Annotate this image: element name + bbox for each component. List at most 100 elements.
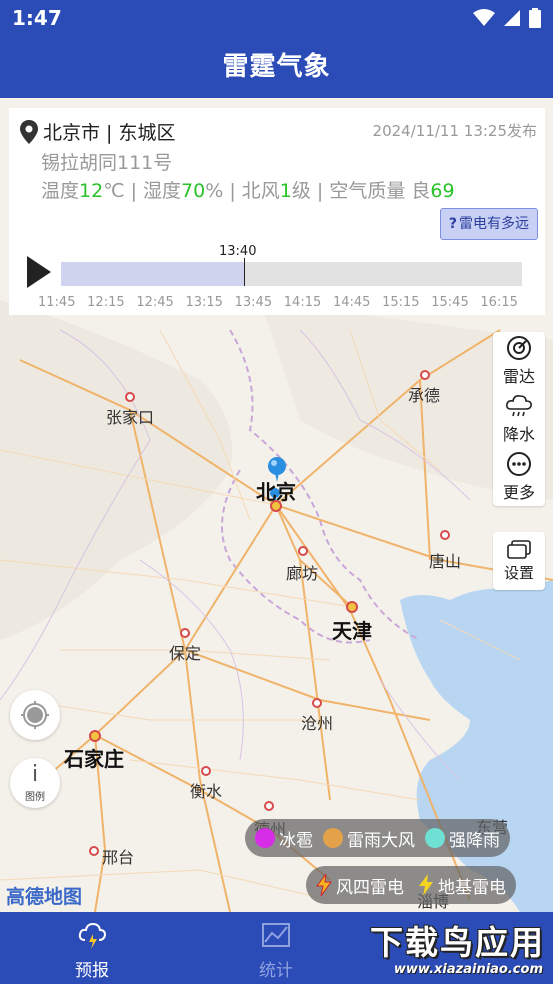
more-button[interactable]: 更多 (493, 448, 545, 506)
radar-label: 雷达 (502, 367, 535, 386)
wind-unit: 级 | 空气质量 良 (291, 180, 431, 202)
temp-unit: ℃ | (103, 180, 144, 202)
heavy-rain-label: 强降雨 (449, 830, 500, 851)
settings-label: 设置 (503, 563, 534, 582)
timeline-slider[interactable] (61, 258, 522, 286)
timeline-tick: 13:45 (234, 295, 273, 310)
nav-forecast[interactable]: 预报 (0, 912, 184, 984)
more-label: 更多 (502, 483, 535, 502)
timeline-tick: 14:15 (283, 295, 322, 310)
thunder-wind-label: 雷雨大风 (347, 830, 415, 851)
city-baoding[interactable]: 保定 (169, 640, 201, 664)
location-row[interactable]: 北京市 | 东城区 (19, 118, 175, 145)
cloud-lightning-icon (78, 922, 107, 949)
city-dot-langfang (298, 546, 308, 556)
location-name: 北京市 | 东城区 (43, 122, 176, 144)
city-xingtai[interactable]: 邢台 (102, 844, 134, 868)
city-dot-cangzhou (312, 698, 322, 708)
rain-label: 降水 (502, 425, 535, 444)
weather-info-card: 北京市 | 东城区 2024/11/11 13:25发布 锡拉胡同111号 温度… (9, 108, 545, 315)
signal-icon (504, 10, 520, 26)
settings-button[interactable]: 设置 (493, 532, 545, 590)
timeline-tick: 14:45 (332, 295, 371, 310)
city-dot-chengde (420, 370, 430, 380)
timeline-progress (61, 262, 244, 286)
status-icons (473, 8, 541, 28)
city-dot-tangshan (440, 530, 450, 540)
timeline-tick: 12:45 (136, 295, 174, 310)
lightning-icon (419, 874, 433, 896)
aqi-value: 69 (430, 180, 455, 202)
city-tianjin[interactable]: 天津 (332, 615, 372, 644)
status-bar: 1:47 (0, 0, 553, 36)
city-dot-zhangjiakou (125, 392, 135, 402)
timeline-tick: 13:15 (185, 295, 223, 310)
timeline-tick: 15:45 (431, 295, 469, 310)
wifi-icon (473, 9, 495, 26)
layer-panel: 雷达 降水 更多 (493, 332, 545, 506)
status-time: 1:47 (12, 6, 62, 30)
legend-button[interactable]: i 图例 (10, 758, 60, 808)
wind-value: 1 (279, 180, 292, 202)
city-cangzhou[interactable]: 沧州 (301, 710, 333, 734)
city-chengde[interactable]: 承德 (408, 382, 440, 406)
more-icon (507, 452, 531, 476)
ground-thunder-1-label: 风四雷电 (336, 877, 404, 898)
legend-pill-weather: 冰雹 雷雨大风 强降雨 (245, 819, 510, 857)
humidity-value: 70 (181, 180, 206, 202)
city-dot-xingtai (89, 846, 99, 856)
app-title: 雷霆气象 (222, 52, 331, 82)
address: 锡拉胡同111号 (41, 152, 173, 174)
timeline-tick: 12:15 (87, 295, 125, 310)
thunder-wind-swatch (323, 828, 343, 848)
humidity-label: 湿度 (143, 180, 182, 202)
hail-swatch (255, 828, 275, 848)
watermark-text: 下载鸟应用 (370, 923, 545, 962)
timeline-tick: 11:45 (38, 295, 76, 310)
watermark: 下载鸟应用 www.xiazainiao.com (331, 912, 551, 984)
play-icon[interactable] (27, 256, 51, 288)
locate-button[interactable] (10, 690, 60, 740)
city-dot-hengshui (201, 766, 211, 776)
temp-label: 温度 (41, 180, 80, 202)
humidity-unit: % | 北风 (205, 180, 280, 202)
temp-value: 12 (79, 180, 104, 202)
legend-label: 图例 (25, 792, 45, 803)
rain-button[interactable]: 降水 (493, 390, 545, 448)
timeline-tick: 16:15 (480, 295, 518, 310)
radar-button[interactable]: 雷达 (493, 332, 545, 390)
legend-pill-thunder: 风四雷电 地基雷电 (306, 866, 516, 904)
publish-time: 2024/11/11 13:25发布 (372, 122, 537, 140)
map-provider-logo: 高德地图 (6, 886, 83, 908)
timeline-ticks: 11:45 12:15 12:45 13:15 13:45 14:15 14:45 15:15… (38, 295, 518, 310)
city-dot-dezhou (264, 801, 274, 811)
thunder-distance-button[interactable]: ? 雷电有多远 (439, 208, 538, 240)
layers-icon (507, 539, 531, 559)
city-hengshui[interactable]: 衡水 (190, 778, 222, 802)
thunder-distance-label: 雷电有多远 (459, 216, 529, 232)
city-dot-shijiazhuang (89, 730, 101, 742)
heavy-rain-swatch (425, 828, 445, 848)
hail-label: 冰雹 (279, 830, 313, 851)
city-zhangjiakou[interactable]: 张家口 (106, 404, 154, 428)
location-marker-icon (20, 119, 38, 144)
city-shijiazhuang[interactable]: 石家庄 (64, 743, 124, 772)
timeline-handle[interactable] (244, 258, 245, 286)
crosshair-icon (21, 701, 49, 729)
weather-summary: 温度12℃ | 湿度70% | 北风1级 | 空气质量 良69 (41, 176, 455, 203)
watermark-url: www.xiazainiao.com (393, 962, 543, 977)
city-langfang[interactable]: 廊坊 (286, 560, 318, 584)
city-dot-baoding (180, 628, 190, 638)
lightning-icon (316, 874, 332, 896)
ground-thunder-2-label: 地基雷电 (438, 877, 506, 898)
battery-icon (529, 8, 541, 28)
chart-icon (262, 923, 290, 947)
city-dot-tianjin (346, 601, 358, 613)
question-icon: ? (448, 216, 457, 232)
progress-time-label: 13:40 (219, 244, 257, 259)
city-tangshan[interactable]: 唐山 (429, 548, 461, 572)
city-dot-beijing (270, 500, 282, 512)
settings-panel: 设置 (493, 532, 545, 590)
nav-forecast-label: 预报 (75, 961, 109, 981)
cloud-rain-icon (506, 395, 532, 417)
